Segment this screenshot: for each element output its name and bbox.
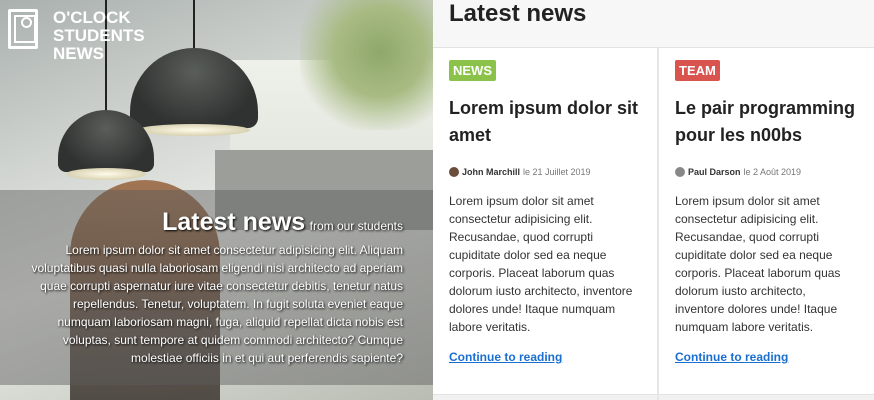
article-date: le 21 Juillet 2019 [523,167,591,177]
lamp-cord [193,0,195,50]
article-meta: Paul Darson le 2 Août 2019 [675,167,858,177]
news-header: Latest news [433,0,874,48]
latest-news-panel: Latest news NEWS Lorem ipsum dolor sit a… [433,0,874,400]
site-name: O'CLOCK STUDENTS NEWS [53,9,145,63]
article-title[interactable]: Lorem ipsum dolor sit amet [449,95,641,149]
article-author[interactable]: Paul Darson [688,167,741,177]
article-tag[interactable]: TEAM [675,60,720,81]
article-meta: John Marchill le 21 Juillet 2019 [449,167,641,177]
article-title[interactable]: Le pair programming pour les n00bs [675,95,858,149]
hero-background-tree [300,0,433,130]
next-card-edge [659,394,874,400]
camera-logo-icon [8,9,38,49]
hero-subtitle: from our students [309,219,403,233]
next-card-edge [433,394,657,400]
site-logo[interactable]: O'CLOCK STUDENTS NEWS [8,9,145,63]
site-name-line: O'CLOCK [53,8,131,27]
article-date: le 2 Août 2019 [743,167,802,177]
article-tag[interactable]: NEWS [449,60,496,81]
hero-description: Lorem ipsum dolor sit amet consectetur a… [31,243,403,365]
article-card: TEAM Le pair programming pour les n00bs … [659,48,874,400]
article-excerpt: Lorem ipsum dolor sit amet consectetur a… [449,194,633,334]
article-excerpt: Lorem ipsum dolor sit amet consectetur a… [675,194,841,334]
news-heading: Latest news [449,0,587,27]
continue-reading-link[interactable]: Continue to reading [449,350,641,364]
author-avatar [675,167,685,177]
hero-section: O'CLOCK STUDENTS NEWS Latest news from o… [0,0,433,400]
article-author[interactable]: John Marchill [462,167,520,177]
author-avatar [449,167,459,177]
site-name-line: NEWS [53,44,104,63]
continue-reading-link[interactable]: Continue to reading [675,350,858,364]
site-name-line: STUDENTS [53,26,145,45]
article-card: NEWS Lorem ipsum dolor sit amet John Mar… [433,48,657,400]
hero-title: Latest news [162,208,306,236]
hero-text-block: Latest news from our students Lorem ipsu… [23,208,403,367]
article-list: NEWS Lorem ipsum dolor sit amet John Mar… [433,48,874,400]
